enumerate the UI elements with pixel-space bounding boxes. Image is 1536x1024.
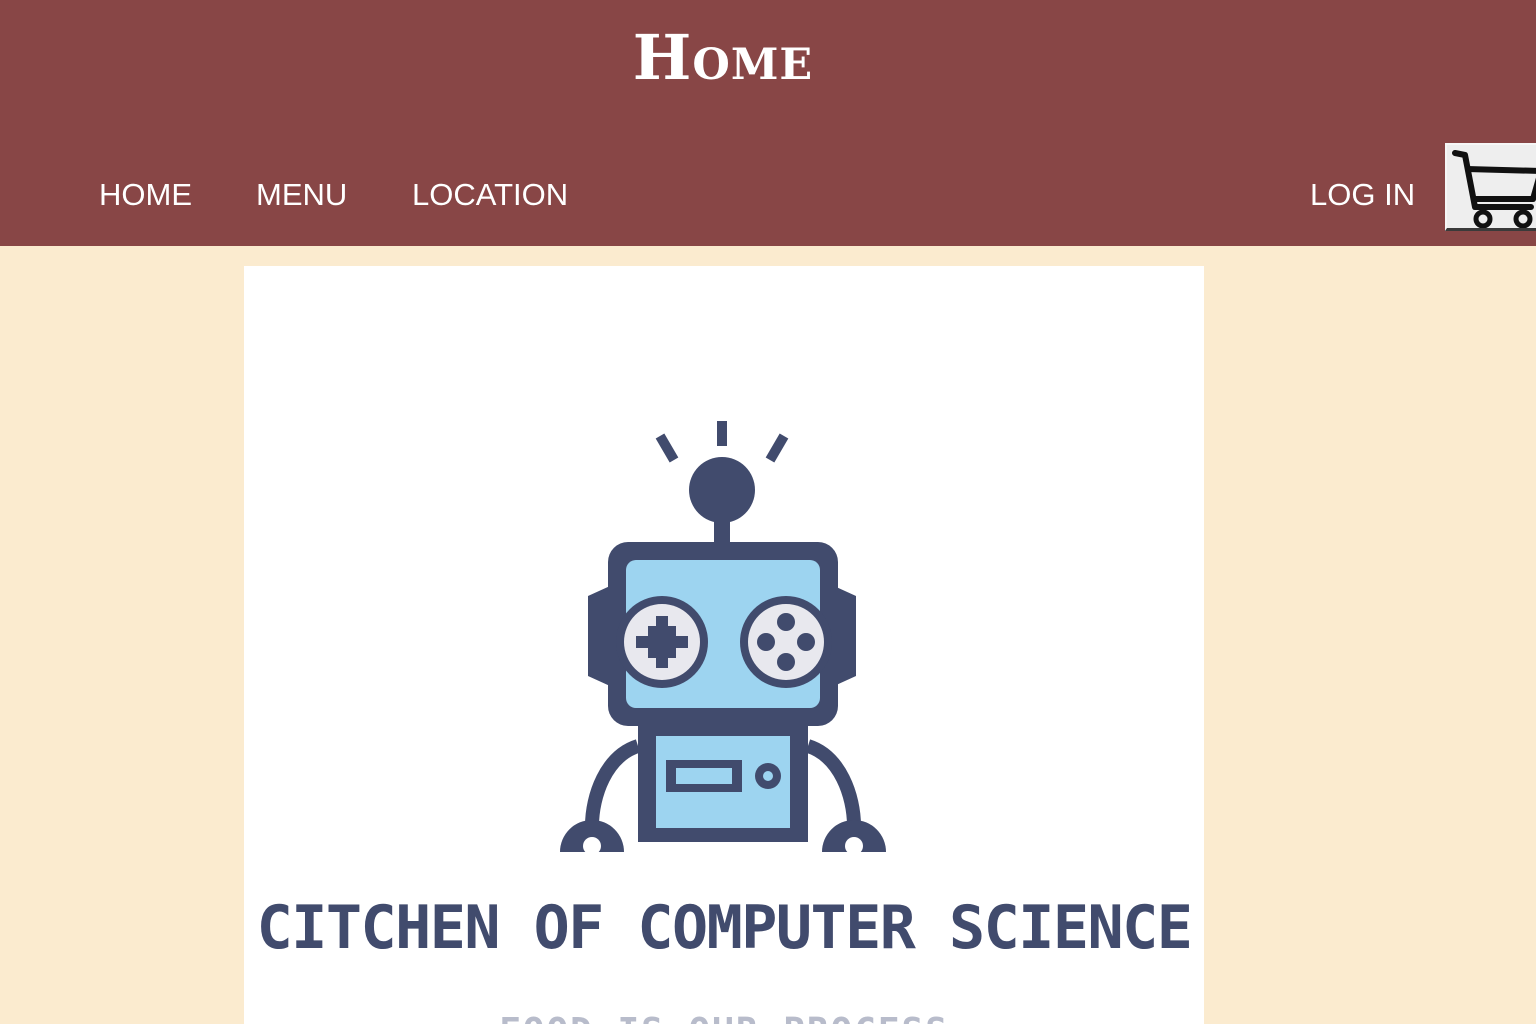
site-header: Home HOME MENU LOCATION LOG IN bbox=[0, 0, 1536, 246]
logo-panel: CITCHEN OF COMPUTER SCIENCE FOOD IS OUR … bbox=[244, 266, 1204, 1024]
robot-icon bbox=[560, 421, 886, 855]
logo-name: CITCHEN OF COMPUTER SCIENCE bbox=[256, 893, 1193, 963]
shopping-cart-icon bbox=[1452, 150, 1536, 228]
page-title: Home bbox=[632, 21, 814, 94]
nav-link-menu[interactable]: MENU bbox=[256, 176, 347, 214]
logo-tagline: FOOD IS OUR PROCESS bbox=[244, 1014, 1204, 1024]
nav-link-home[interactable]: HOME bbox=[99, 176, 192, 214]
nav-link-location[interactable]: LOCATION bbox=[412, 176, 568, 214]
login-link[interactable]: LOG IN bbox=[1310, 176, 1415, 214]
cart-button[interactable] bbox=[1445, 143, 1536, 231]
